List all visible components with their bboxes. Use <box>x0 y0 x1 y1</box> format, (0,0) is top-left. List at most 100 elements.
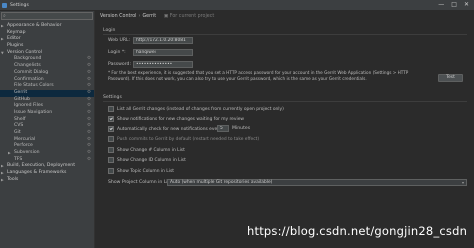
checkbox-box <box>108 136 114 142</box>
checkbox-box <box>108 106 114 112</box>
checkbox-box <box>108 116 114 122</box>
project-settings-icon: ⚙ <box>86 89 91 95</box>
sidebar-item-label: Changelists <box>14 63 41 69</box>
sidebar-item-label: Appearance & Behavior <box>7 23 62 28</box>
project-settings-icon: ⚙ <box>86 69 91 75</box>
sidebar-item[interactable]: CVS ⚙ <box>0 123 94 130</box>
chevron-right-icon[interactable]: ▶ <box>8 150 11 157</box>
sidebar-item[interactable]: Plugins <box>0 43 94 50</box>
close-button[interactable]: ✕ <box>464 2 469 8</box>
project-scope-label: For current project <box>169 14 215 19</box>
chevron-right-icon[interactable]: ▶ <box>1 177 4 184</box>
interval-input[interactable]: 5 <box>217 125 229 132</box>
auto-check-notifications-checkbox[interactable]: Automatically check for new notification… <box>108 126 222 132</box>
chevron-down-icon: ▾ <box>461 180 464 185</box>
title-bar: Settings — □ ✕ <box>0 0 474 11</box>
sidebar-item[interactable]: Changelists ⚙ <box>0 63 94 70</box>
settings-divider <box>103 101 467 102</box>
sidebar-item-label: Tools <box>7 176 19 182</box>
project-settings-icon: ⚙ <box>86 130 91 135</box>
web-url-field[interactable]: http://172.1.0.20:8081 <box>133 37 193 44</box>
login-field[interactable]: hanqiwei <box>133 49 193 56</box>
settings-section-title: Settings <box>103 95 122 100</box>
watermark-url: https://blog.csdn.net/gongjin28_csdn <box>247 224 468 238</box>
checkbox-label: Show notifications for new changes waiti… <box>117 116 244 122</box>
sidebar-item-label: Issue Navigation <box>14 109 53 115</box>
chevron-right-icon[interactable]: ▶ <box>1 36 4 43</box>
sidebar-item[interactable]: Issue Navigation ⚙ <box>0 110 94 117</box>
settings-tree: ▶ Appearance & Behavior Keymap ▶ Editor Plugi… <box>0 23 94 184</box>
sidebar-item-label: Commit Dialog <box>14 69 49 75</box>
checkbox-label: Push commits to Gerrit by default (resta… <box>117 136 260 142</box>
project-settings-icon: ⚙ <box>86 83 91 89</box>
topic-column-checkbox[interactable]: Show Topic Column in List <box>108 168 174 174</box>
sidebar-item-label: File Status Colors <box>14 83 54 89</box>
gerrit-settings-panel: Version Control › Gerrit ▣ For current pro… <box>95 11 474 248</box>
sidebar-item-label: Gerrit <box>14 89 28 95</box>
project-settings-icon: ⚙ <box>86 109 91 115</box>
sidebar-item-label: Subversion <box>14 150 40 156</box>
push-to-gerrit-checkbox[interactable]: Push commits to Gerrit by default (resta… <box>108 136 259 142</box>
chevron-down-icon[interactable]: ▼ <box>1 50 4 57</box>
project-column-value: Auto (when multiple Git repositories ava… <box>170 180 273 185</box>
password-hint: * For the best experience, it is suggest… <box>108 70 409 81</box>
settings-sidebar: ⌕ ▶ Appearance & Behavior Keymap ▶ Editor Plu… <box>0 11 95 248</box>
search-icon: ⌕ <box>3 13 6 19</box>
checkbox-label: Automatically check for new notification… <box>117 126 222 132</box>
search-input[interactable]: ⌕ <box>1 12 93 20</box>
sidebar-item-label: Plugins <box>7 43 24 49</box>
sidebar-item[interactable]: Commit Dialog ⚙ <box>0 70 94 77</box>
checkbox-label: Show Change ID Column in List <box>117 157 186 163</box>
sidebar-item-label: Ignored Files <box>14 103 44 109</box>
project-column-label: Show Project Column in List <box>108 180 172 185</box>
sidebar-item[interactable]: Git ⚙ <box>0 130 94 137</box>
project-settings-icon: ⚙ <box>86 150 91 156</box>
project-settings-icon: ⚙ <box>86 63 91 69</box>
interval-unit: Minutes <box>232 126 251 131</box>
sidebar-item-label: Git <box>14 130 21 135</box>
project-settings-icon: ⚙ <box>86 103 91 109</box>
breadcrumb-parent[interactable]: Version Control <box>100 14 137 19</box>
change-id-column-checkbox[interactable]: Show Change ID Column in List <box>108 157 186 163</box>
checkbox-label: Show Topic Column in List <box>117 168 174 174</box>
checkbox-label: List all Gerrit changes (instead of chan… <box>117 106 284 112</box>
sidebar-item[interactable]: File Status Colors ⚙ <box>0 83 94 90</box>
checkbox-box <box>108 147 114 153</box>
app-icon <box>2 2 7 8</box>
checkbox-box <box>108 126 114 132</box>
project-settings-icon: ⚙ <box>86 123 91 129</box>
project-scope-note: ▣ For current project <box>164 14 215 19</box>
sidebar-item[interactable]: Gerrit ⚙ <box>0 89 94 97</box>
login-divider <box>103 34 467 35</box>
password-label: Password: <box>108 62 132 67</box>
breadcrumb-current: Gerrit <box>142 14 157 19</box>
list-all-changes-checkbox[interactable]: List all Gerrit changes (instead of chan… <box>108 106 284 112</box>
breadcrumb: Version Control › Gerrit ▣ For current pro… <box>100 14 214 19</box>
web-url-label: Web URL: <box>108 38 131 43</box>
project-column-select[interactable]: Auto (when multiple Git repositories ava… <box>167 179 467 186</box>
checkbox-box <box>108 168 114 174</box>
password-field[interactable]: •••••••••••••• <box>133 61 193 68</box>
window-controls: — □ ✕ <box>438 2 469 8</box>
sidebar-item[interactable]: Ignored Files ⚙ <box>0 103 94 110</box>
checkbox-box <box>108 157 114 163</box>
sidebar-item-label: CVS <box>14 123 24 129</box>
chevron-right-icon[interactable]: ▶ <box>1 23 4 30</box>
minimize-button[interactable]: — <box>438 2 444 8</box>
sidebar-item[interactable]: ▶ Subversion ⚙ <box>0 150 94 157</box>
sidebar-item[interactable]: ▶ Languages & Frameworks <box>0 170 94 177</box>
maximize-button[interactable]: □ <box>451 2 457 8</box>
sidebar-item-label: Languages & Frameworks <box>7 170 67 176</box>
chevron-right-icon[interactable]: ▶ <box>1 163 4 170</box>
checkbox-label: Show Change # Column in List <box>117 147 185 153</box>
sidebar-item[interactable]: ▶ Tools <box>0 177 94 184</box>
login-section-title: Login <box>103 28 116 33</box>
project-settings-icon: ⚙ <box>86 156 91 162</box>
sidebar-item[interactable]: ▶ Appearance & Behavior <box>0 23 94 30</box>
change-number-column-checkbox[interactable]: Show Change # Column in List <box>108 147 185 153</box>
review-notifications-checkbox[interactable]: Show notifications for new changes waiti… <box>108 116 244 122</box>
window-title: Settings <box>10 2 29 8</box>
breadcrumb-separator: › <box>138 14 141 19</box>
test-button[interactable]: Test <box>438 74 463 82</box>
chevron-right-icon[interactable]: ▶ <box>1 170 4 177</box>
